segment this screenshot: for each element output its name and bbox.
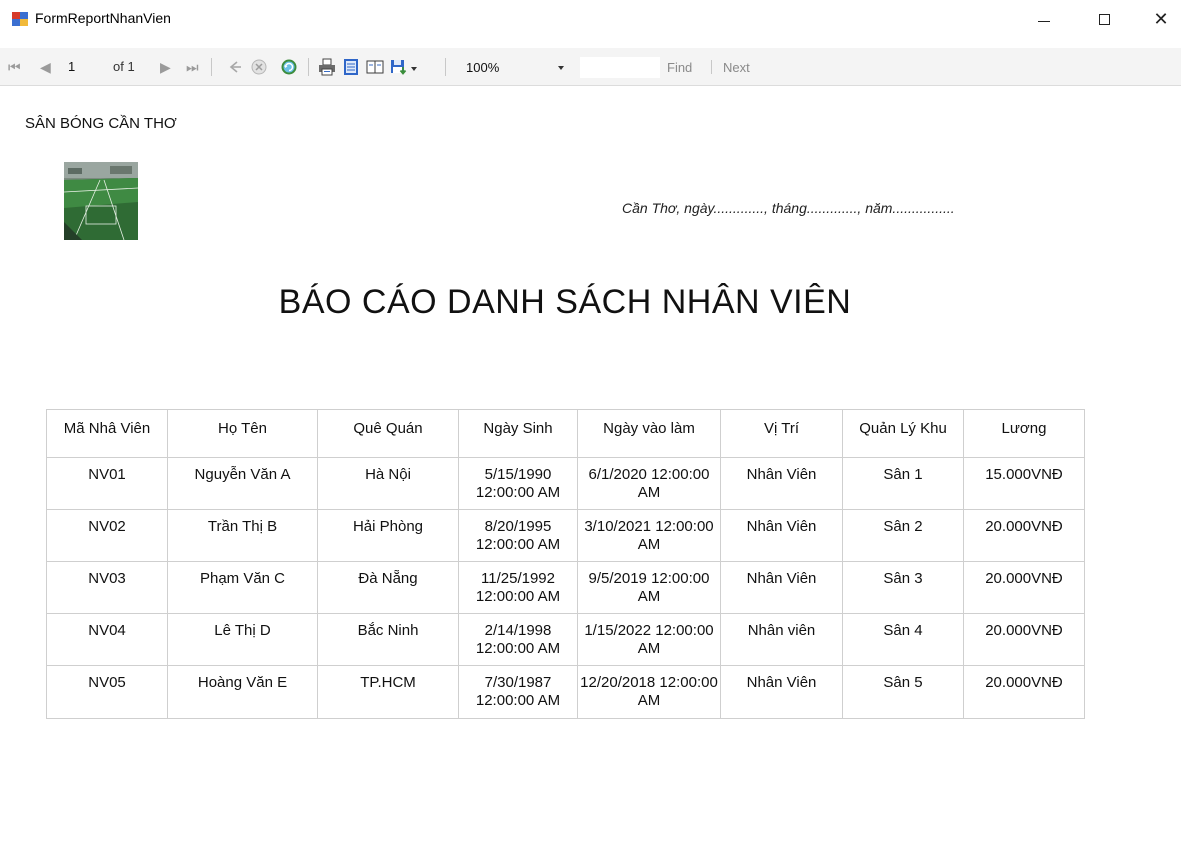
last-page-icon[interactable]: ⏭ <box>186 58 199 76</box>
chevron-down-icon <box>558 66 564 70</box>
table-cell: 3/10/2021 12:00:00 AM <box>577 509 721 562</box>
table-cell: Sân 2 <box>842 509 964 562</box>
table-cell: 15.000VNĐ <box>963 457 1085 510</box>
table-cell: Sân 5 <box>842 665 964 719</box>
table-cell: NV02 <box>46 509 168 562</box>
first-page-icon[interactable]: ⏮ <box>8 58 21 76</box>
table-cell: 9/5/2019 12:00:00 AM <box>577 561 721 614</box>
close-icon: ✕ <box>1153 9 1169 29</box>
table-cell: 20.000VNĐ <box>963 665 1085 719</box>
organization-name: SÂN BÓNG CẦN THƠ <box>25 115 177 132</box>
toolbar-separator <box>308 58 309 76</box>
print-icon[interactable] <box>318 58 336 76</box>
table-cell: Hà Nội <box>317 457 459 510</box>
column-header: Ngày Sinh <box>458 409 578 458</box>
table-cell: 5/15/1990 12:00:00 AM <box>458 457 578 510</box>
zoom-select[interactable]: 100% <box>457 57 572 78</box>
next-page-icon[interactable]: ▶ <box>160 58 171 76</box>
table-cell: Sân 4 <box>842 613 964 666</box>
table-cell: 20.000VNĐ <box>963 561 1085 614</box>
place-date-line: Cần Thơ, ngày............., tháng.......… <box>622 200 955 216</box>
export-icon[interactable] <box>390 58 408 76</box>
table-cell: 7/30/1987 12:00:00 AM <box>458 665 578 719</box>
report-title: BÁO CÁO DANH SÁCH NHÂN VIÊN <box>278 283 852 321</box>
table-cell: 2/14/1998 12:00:00 AM <box>458 613 578 666</box>
column-header: Ngày vào làm <box>577 409 721 458</box>
column-header: Vị Trí <box>720 409 843 458</box>
minimize-button[interactable] <box>1022 6 1068 32</box>
table-cell: NV04 <box>46 613 168 666</box>
column-header: Quản Lý Khu <box>842 409 964 458</box>
table-row: NV04 Lê Thị D Bắc Ninh 2/14/1998 12:00:0… <box>46 613 1085 666</box>
minimize-icon <box>1038 21 1050 22</box>
refresh-icon[interactable] <box>280 58 298 76</box>
table-cell: 6/1/2020 12:00:00 AM <box>577 457 721 510</box>
column-header: Quê Quán <box>317 409 459 458</box>
table-cell: TP.HCM <box>317 665 459 719</box>
toolbar-separator <box>211 58 212 76</box>
table-cell: Nhân Viên <box>720 665 843 719</box>
table-cell: Hải Phòng <box>317 509 459 562</box>
table-header-row: Mã Nhâ Viên Họ Tên Quê Quán Ngày Sinh Ng… <box>46 409 1085 458</box>
toolbar-separator <box>445 58 446 76</box>
find-input[interactable] <box>580 57 660 78</box>
stadium-logo-image <box>64 162 138 240</box>
report-page: SÂN BÓNG CẦN THƠ Cần Thơ, ngày..........… <box>0 87 1181 861</box>
table-cell: 12/20/2018 12:00:00 AM <box>577 665 721 719</box>
table-cell: Lê Thị D <box>167 613 318 666</box>
table-cell: Hoàng Văn E <box>167 665 318 719</box>
current-page-input[interactable]: 1 <box>68 57 90 77</box>
table-cell: NV03 <box>46 561 168 614</box>
back-icon[interactable] <box>226 58 244 76</box>
table-cell: Bắc Ninh <box>317 613 459 666</box>
print-layout-icon[interactable] <box>342 58 360 76</box>
table-cell: 11/25/1992 12:00:00 AM <box>458 561 578 614</box>
table-cell: Nhân Viên <box>720 509 843 562</box>
table-row: NV02 Trần Thị B Hải Phòng 8/20/1995 12:0… <box>46 509 1085 562</box>
page-count-label: of 1 <box>113 59 135 74</box>
table-cell: Nguyễn Văn A <box>167 457 318 510</box>
table-cell: NV01 <box>46 457 168 510</box>
zoom-value: 100% <box>466 60 500 75</box>
table-cell: Trần Thị B <box>167 509 318 562</box>
table-cell: 20.000VNĐ <box>963 613 1085 666</box>
stop-icon[interactable] <box>250 58 268 76</box>
table-row: NV01 Nguyễn Văn A Hà Nội 5/15/1990 12:00… <box>46 457 1085 510</box>
table-cell: 20.000VNĐ <box>963 509 1085 562</box>
column-header: Họ Tên <box>167 409 318 458</box>
table-cell: Nhân Viên <box>720 457 843 510</box>
table-cell: Nhân viên <box>720 613 843 666</box>
report-viewer-toolbar: ⏮ ◀ 1 of 1 ▶ ⏭ 100% Find Next <box>0 48 1181 86</box>
window-title: FormReportNhanVien <box>35 10 171 26</box>
page-setup-icon[interactable] <box>366 58 384 76</box>
table-cell: 8/20/1995 12:00:00 AM <box>458 509 578 562</box>
export-dropdown-arrow-icon[interactable] <box>411 67 417 71</box>
table-cell: 1/15/2022 12:00:00 AM <box>577 613 721 666</box>
find-button[interactable]: Find <box>667 57 692 78</box>
table-cell: Nhân Viên <box>720 561 843 614</box>
previous-page-icon[interactable]: ◀ <box>40 58 51 76</box>
table-cell: Phạm Văn C <box>167 561 318 614</box>
table-cell: Sân 3 <box>842 561 964 614</box>
table-cell: NV05 <box>46 665 168 719</box>
table-row: NV03 Phạm Văn C Đà Nẵng 11/25/1992 12:00… <box>46 561 1085 614</box>
maximize-icon <box>1099 14 1110 25</box>
title-bar: FormReportNhanVien ✕ <box>0 0 1181 38</box>
find-next-button[interactable]: Next <box>723 57 750 78</box>
column-header: Mã Nhâ Viên <box>46 409 168 458</box>
column-header: Lương <box>963 409 1085 458</box>
maximize-button[interactable] <box>1082 6 1128 32</box>
employee-table: Mã Nhâ Viên Họ Tên Quê Quán Ngày Sinh Ng… <box>46 409 1085 719</box>
toolbar-separator <box>711 60 712 74</box>
table-row: NV05 Hoàng Văn E TP.HCM 7/30/1987 12:00:… <box>46 665 1085 719</box>
app-icon <box>12 12 28 26</box>
table-cell: Sân 1 <box>842 457 964 510</box>
close-button[interactable]: ✕ <box>1138 6 1181 32</box>
table-cell: Đà Nẵng <box>317 561 459 614</box>
